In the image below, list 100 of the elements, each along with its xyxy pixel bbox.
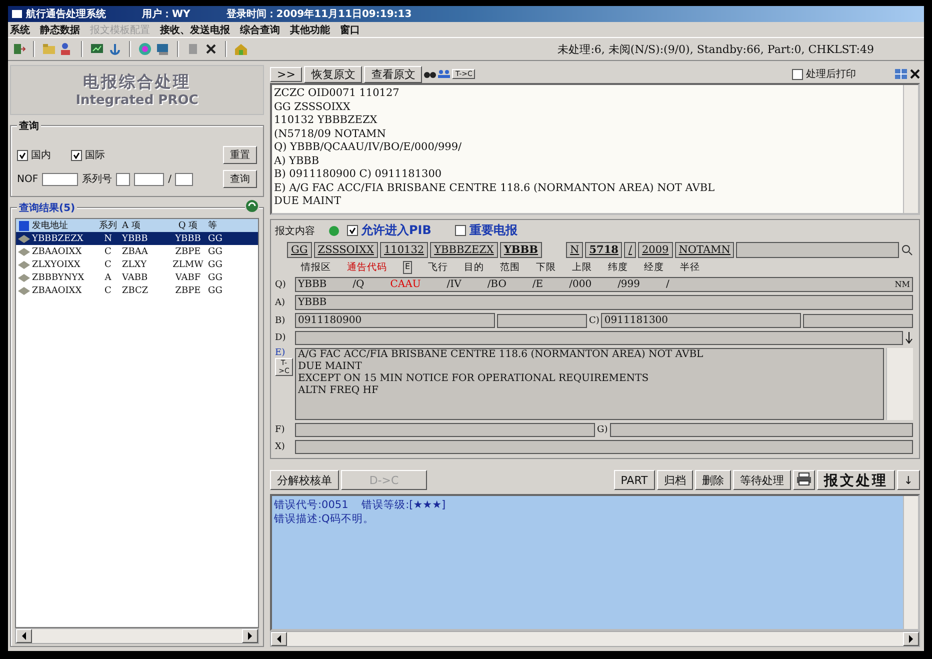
left-arrow-icon[interactable] [21,632,27,640]
logo: 电报综合处理 Integrated PROC [10,65,264,115]
table-cell-text: C [104,286,112,296]
header-field[interactable]: 110132 [380,242,428,258]
f-field[interactable] [295,423,595,437]
user-label: 用户：WY [142,7,190,21]
computer-icon[interactable] [156,42,170,56]
table-cell-text: C [104,260,112,270]
action-button[interactable]: ↓ [896,470,920,490]
group-title: 查询结果(5) [17,201,78,215]
result-row[interactable]: YBBBZEZX N YBBB YBBB GG [16,232,258,245]
a-field[interactable]: YBBB [295,295,913,310]
right-arrow-icon[interactable] [908,635,914,643]
header-field[interactable]: GG [287,242,312,258]
horizontal-scrollbar[interactable] [270,631,920,647]
menu-item[interactable]: 系统 [10,22,30,36]
year-field[interactable] [175,172,194,186]
close-icon[interactable] [204,42,218,56]
action-button[interactable]: 归档 [656,470,693,490]
field-label: B) [275,316,286,326]
action-button[interactable]: 等待处理 [732,470,791,490]
header-field[interactable] [736,242,899,258]
monitor-icon[interactable] [90,42,104,56]
people-icon[interactable] [438,69,450,79]
close-icon[interactable] [910,69,920,79]
field-label: 目的 [464,261,484,274]
number-field[interactable] [134,172,164,186]
column-header[interactable]: Q 项 [168,219,208,232]
exit-icon[interactable] [12,42,26,56]
header-field[interactable]: NOTAMN [674,242,734,258]
domestic-checkbox[interactable]: 国内 [17,148,51,162]
table-cell-text: GG [208,246,224,256]
x-field[interactable] [295,440,913,454]
field-label: E [403,261,412,274]
header-field[interactable]: / [624,242,636,258]
vertical-scrollbar[interactable] [903,496,918,629]
anchor-icon[interactable] [108,42,122,56]
result-row[interactable]: ZBBBYNYX A VABB VABF GG [16,271,258,284]
left-arrow-icon[interactable] [276,635,282,643]
column-header[interactable]: 等 [208,219,236,232]
field-label: 范围 [500,261,520,274]
important-checkbox[interactable]: 重要电报 [455,222,518,239]
envelope-icon [18,260,30,268]
d-field[interactable] [295,331,903,345]
menu-item[interactable]: 静态数据 [40,22,80,36]
b-field[interactable]: 0911180900 [295,313,495,328]
table-cell-text: VABB [122,272,149,282]
action-button[interactable]: PART [614,470,655,490]
column-header[interactable]: 系列 [94,219,122,232]
error-message: 错误代号:0051 错误等级:[★★★] 错误描述:Q码不明。 [273,498,447,527]
print-after-checkbox[interactable]: 处理后打印 [792,67,856,81]
nof-field[interactable] [42,172,78,186]
table-cell-text: C [104,246,112,256]
reset-button[interactable]: 重置 [223,146,257,164]
vertical-scrollbar[interactable] [886,348,913,420]
c-field[interactable]: 0911181300 [601,313,802,328]
e-field[interactable]: A/G FAC ACC/FIA BRISBANE CENTRE 118.6 (NORMANTON AREA) NOT AVBL DUE MAINT EXCEPT ON 15 MIN NOTICE FOR OPERATIONAL REQUIREMENTS ALTN FREQ HF [295,348,884,420]
table-cell-text: ZBBBYNYX [32,272,86,282]
action-button[interactable]: 删除 [694,470,731,490]
header-field[interactable]: YBBB [500,242,542,258]
down-arrow-icon[interactable] [905,332,913,344]
page-icon [19,220,29,230]
envelope-icon [18,248,30,256]
c-extra-field[interactable] [803,314,913,328]
b-extra-field[interactable] [497,314,587,328]
column-header[interactable]: A 项 [122,219,168,232]
g-field[interactable] [610,423,913,437]
column-header[interactable]: 发电地址 [32,219,94,232]
horizontal-scrollbar[interactable] [15,628,259,644]
header-field[interactable]: N [566,242,584,258]
view-original-button[interactable]: 查看原文 [364,66,422,82]
allow-pib-checkbox[interactable]: 允许进入PIB [347,222,432,239]
international-checkbox[interactable]: 国际 [71,148,105,162]
result-row[interactable]: ZLXYOIXX C ZLXY ZLMW GG [16,258,258,271]
table-cell-text: ZBPE [174,246,202,256]
header-field[interactable]: YBBBZEZX [430,242,498,258]
expand-button[interactable]: >> [270,66,302,82]
result-row[interactable]: ZBAAOIXX C ZBCZ ZBPE GG [16,284,258,297]
header-field[interactable]: ZSSSOIXX [314,242,378,258]
process-button[interactable]: 报文处理 [816,470,895,490]
binoculars-icon[interactable] [424,69,436,79]
menu-item[interactable]: 接收、发送电报 [160,22,230,36]
menu-item[interactable]: 其他功能 [290,22,330,36]
menu-item[interactable]: 窗口 [340,22,360,36]
q-field[interactable]: YBBB /Q CAAU /IV /BO /E /000 /999 / NM [295,277,913,292]
grid-icon[interactable] [894,68,908,80]
print-button[interactable] [792,470,815,490]
login-time: 登录时间：2009年11月11日09:19:13 [226,8,412,21]
series-field[interactable] [116,172,130,186]
header-field[interactable]: 2009 [638,242,673,258]
menu-item[interactable]: 综合查询 [240,22,280,36]
search-button[interactable]: 查询 [223,170,257,188]
search-icon[interactable] [901,244,913,256]
vertical-scrollbar[interactable] [903,85,918,213]
group-title: 查询 [17,119,41,133]
action-button[interactable]: 分解校核单 [270,470,339,490]
result-row[interactable]: ZBAAOIXX C ZBAA ZBPE GG [16,245,258,258]
restore-button[interactable]: 恢复原文 [304,66,362,82]
right-arrow-icon[interactable] [247,632,253,640]
header-field[interactable]: 5718 [585,242,622,258]
